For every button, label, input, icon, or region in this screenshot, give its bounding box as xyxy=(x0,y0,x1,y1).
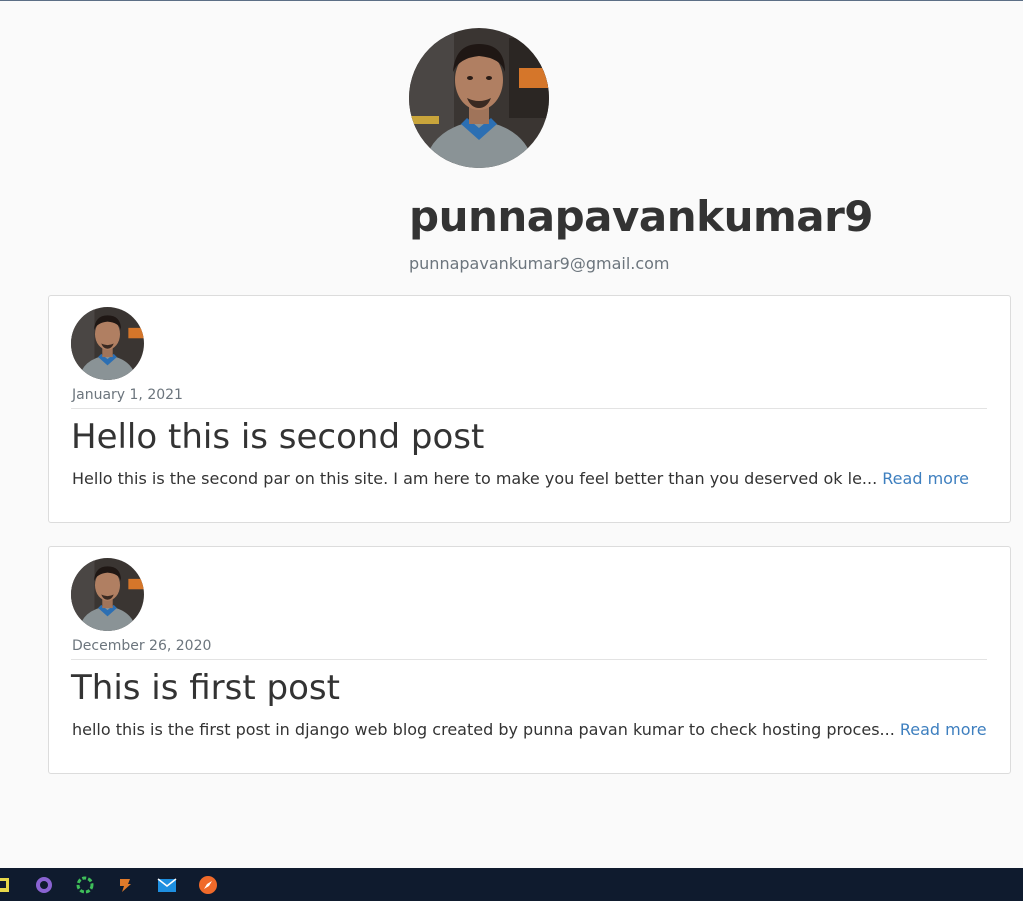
post-divider xyxy=(71,408,987,409)
post-date: December 26, 2020 xyxy=(72,638,212,654)
post-divider xyxy=(71,659,987,660)
post-excerpt-text: Hello this is the second par on this sit… xyxy=(72,469,878,488)
loading-icon[interactable] xyxy=(75,875,95,895)
github-icon[interactable] xyxy=(34,875,54,895)
post-title[interactable]: Hello this is second post xyxy=(71,414,484,460)
post-excerpt-text: hello this is the first post in django w… xyxy=(72,720,895,739)
profile-email: punnapavankumar9@gmail.com xyxy=(409,254,670,273)
compass-icon[interactable] xyxy=(198,875,218,895)
post-author-avatar[interactable] xyxy=(71,558,144,631)
read-more-link[interactable]: Read more xyxy=(900,720,987,739)
post-excerpt: Hello this is the second par on this sit… xyxy=(72,468,969,490)
post-card: January 1, 2021 Hello this is second pos… xyxy=(48,295,1011,523)
post-title[interactable]: This is first post xyxy=(71,665,340,711)
mail-icon[interactable] xyxy=(157,875,177,895)
post-card: December 26, 2020 This is first post hel… xyxy=(48,546,1011,774)
post-date: January 1, 2021 xyxy=(72,387,183,403)
post-excerpt: hello this is the first post in django w… xyxy=(72,719,987,741)
file-manager-icon[interactable] xyxy=(116,875,136,895)
profile-username: punnapavankumar9 xyxy=(409,192,874,241)
profile-avatar xyxy=(409,28,549,168)
window-top-border xyxy=(0,0,1023,1)
read-more-link[interactable]: Read more xyxy=(882,469,969,488)
terminal-icon[interactable] xyxy=(0,875,16,895)
taskbar xyxy=(0,868,1023,901)
post-author-avatar[interactable] xyxy=(71,307,144,380)
